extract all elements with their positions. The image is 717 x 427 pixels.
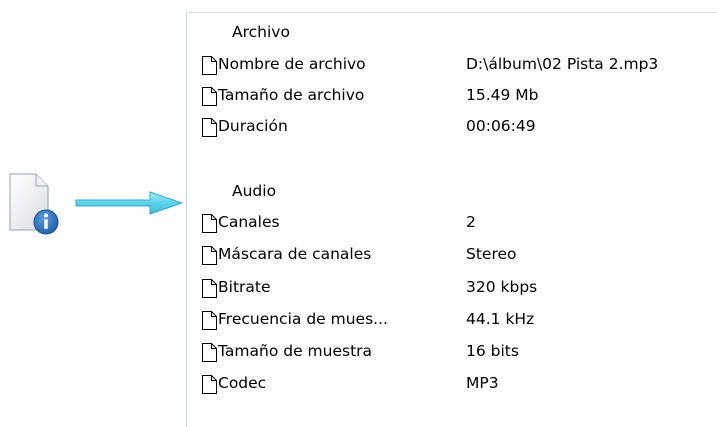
document-icon [202, 311, 217, 330]
property-name: Tamaño de muestra [218, 342, 373, 360]
property-row[interactable]: Bitrate 320 kbps [201, 272, 711, 303]
properties-panel: Archivo Nombre de archivo D:\álbum\02 Pi… [186, 12, 717, 427]
property-value: Stereo [466, 245, 517, 263]
property-name: Canales [218, 213, 280, 231]
document-icon [202, 214, 217, 233]
property-row[interactable]: Frecuencia de mues... 44.1 kHz [201, 304, 711, 335]
property-row[interactable]: Nombre de archivo D:\álbum\02 Pista 2.mp… [201, 49, 711, 80]
property-value: 320 kbps [466, 278, 538, 296]
property-name: Codec [218, 374, 267, 392]
property-row[interactable]: Tamaño de archivo 15.49 Mb [201, 80, 711, 111]
group-header-archivo: Archivo [232, 23, 290, 41]
property-value: 44.1 kHz [466, 310, 535, 328]
document-icon [202, 343, 217, 362]
property-name: Frecuencia de mues... [218, 310, 388, 328]
property-value: 15.49 Mb [466, 86, 539, 104]
property-value: D:\álbum\02 Pista 2.mp3 [466, 55, 659, 73]
group-header-audio: Audio [232, 182, 277, 200]
property-name: Tamaño de archivo [218, 86, 365, 104]
property-row[interactable]: Máscara de canales Stereo [201, 239, 711, 270]
property-row[interactable]: Tamaño de muestra 16 bits [201, 336, 711, 367]
document-icon [202, 87, 217, 106]
property-value: 16 bits [466, 342, 519, 360]
property-row[interactable]: Codec MP3 [201, 368, 711, 399]
property-value: MP3 [466, 374, 499, 392]
property-name: Duración [218, 117, 288, 135]
property-row[interactable]: Canales 2 [201, 207, 711, 238]
file-info-icon [6, 172, 66, 236]
document-icon [202, 118, 217, 137]
property-name: Bitrate [218, 278, 271, 296]
document-icon [202, 246, 217, 265]
document-icon [202, 56, 217, 75]
property-name: Máscara de canales [218, 245, 372, 263]
arrow-right-icon [74, 188, 186, 218]
document-icon [202, 375, 217, 394]
property-row[interactable]: Duración 00:06:49 [201, 111, 711, 142]
property-value: 00:06:49 [466, 117, 536, 135]
property-name: Nombre de archivo [218, 55, 366, 73]
document-icon [202, 279, 217, 298]
property-value: 2 [466, 213, 476, 231]
